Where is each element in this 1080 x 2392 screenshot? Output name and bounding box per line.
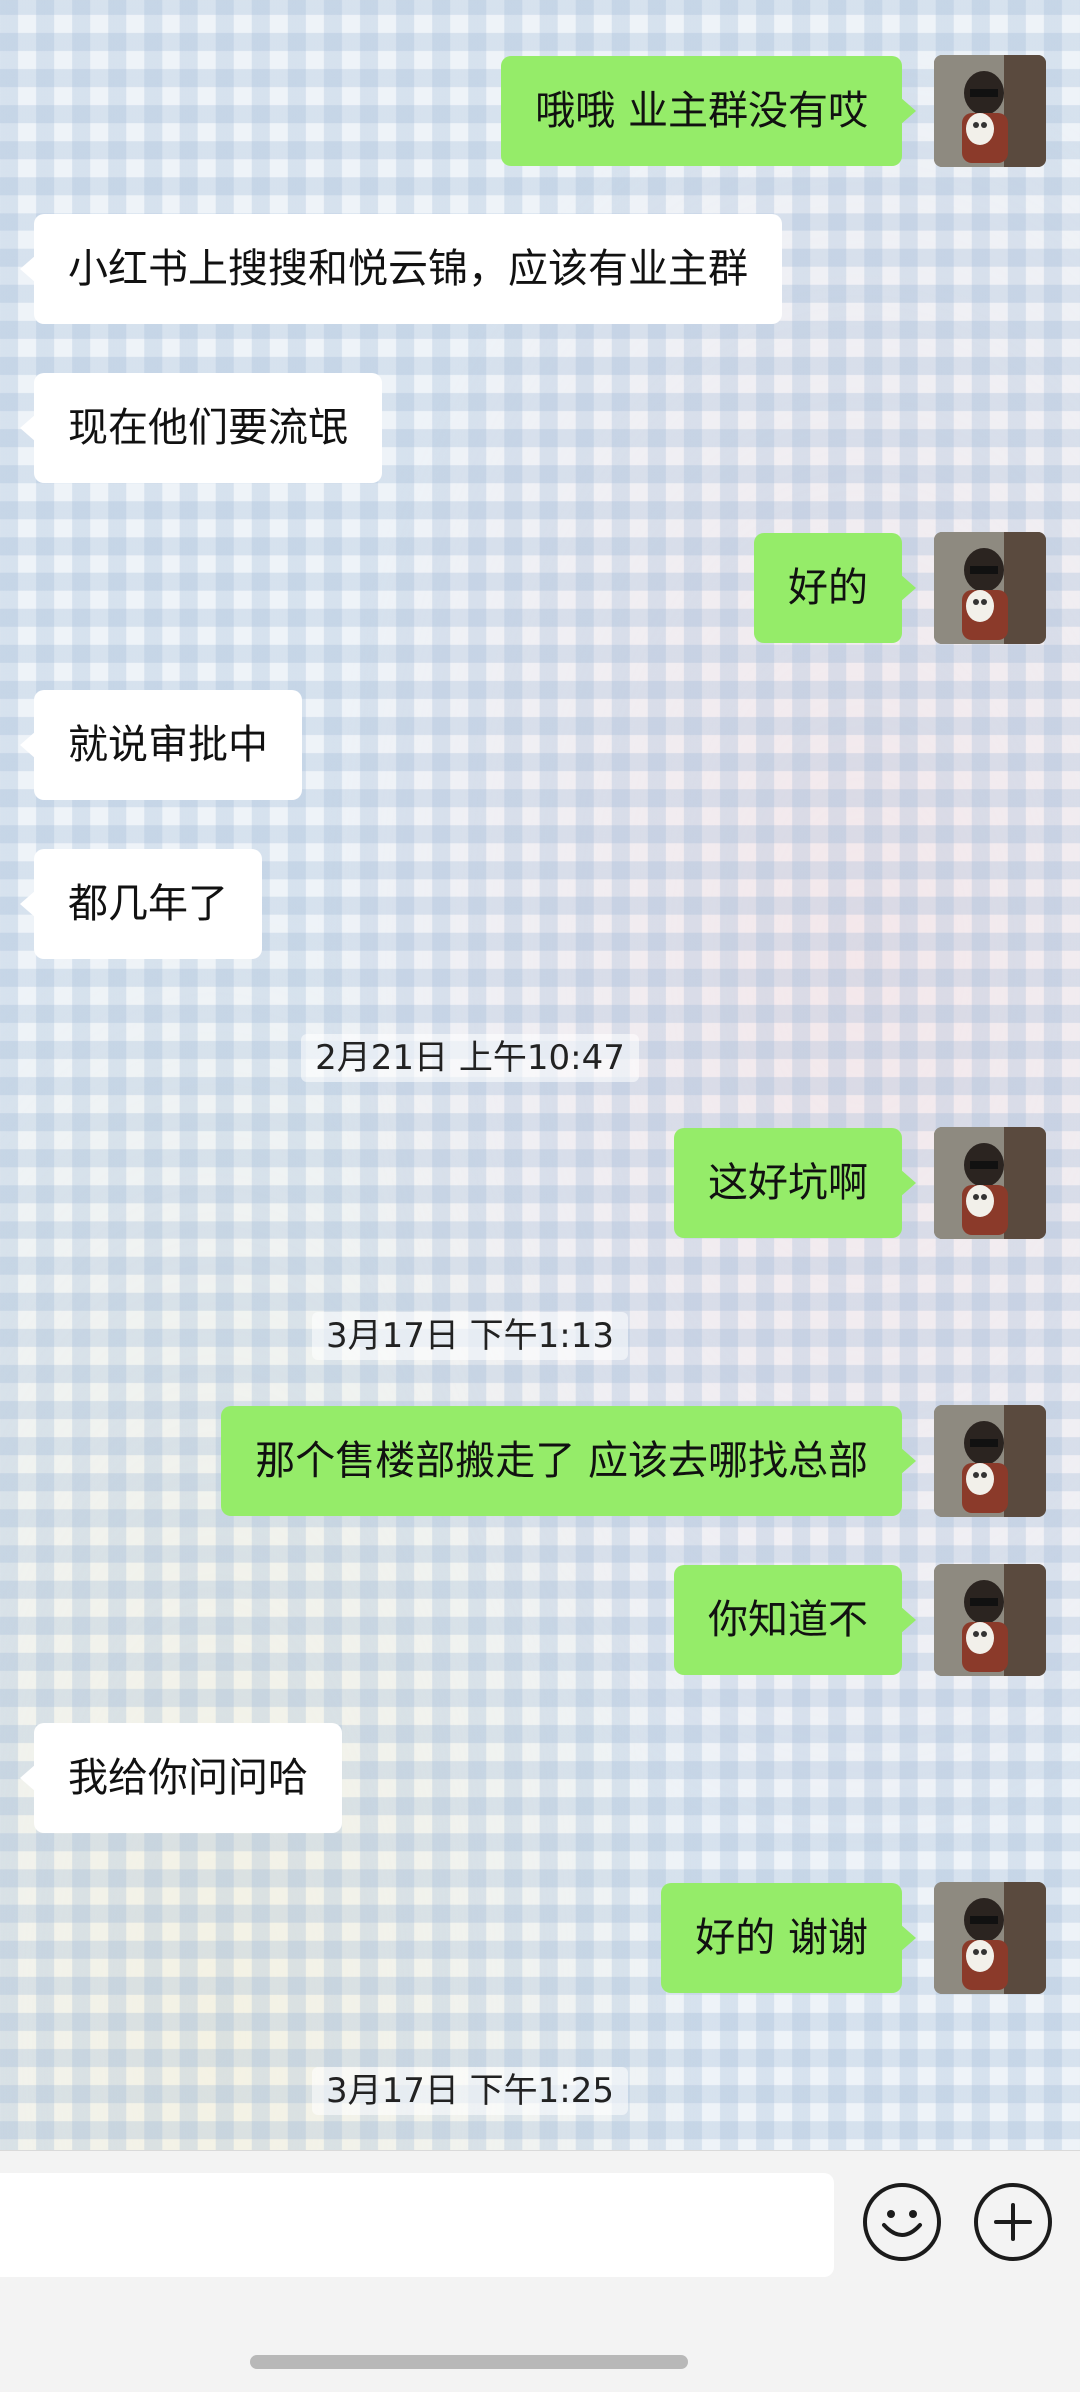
avatar-image: [934, 1127, 1046, 1239]
message-input[interactable]: [0, 2173, 834, 2277]
avatar-image: [934, 55, 1046, 167]
timestamp: 2月21日 上午10:47: [0, 1030, 940, 1082]
outgoing-message-bubble[interactable]: 好的: [754, 533, 916, 643]
plus-circle-icon: [994, 2203, 1032, 2241]
my-avatar[interactable]: [934, 1127, 1046, 1239]
incoming-message-bubble[interactable]: 小红书上搜搜和悦云锦，应该有业主群: [20, 214, 782, 324]
chat-message-list[interactable]: 哦哦 业主群没有哎 小红书上搜搜和悦云锦，应该有业主群 现在他们要流氓 好的 就…: [0, 0, 1080, 2150]
incoming-message-bubble[interactable]: 现在他们要流氓: [20, 373, 382, 483]
my-avatar[interactable]: [934, 1405, 1046, 1517]
incoming-message-bubble[interactable]: 都几年了: [20, 849, 262, 959]
incoming-message-bubble[interactable]: 就说审批中: [20, 690, 302, 800]
my-avatar[interactable]: [934, 532, 1046, 644]
timestamp: 3月17日 下午1:25: [0, 2063, 940, 2115]
timestamp: 3月17日 下午1:13: [0, 1308, 940, 1360]
my-avatar[interactable]: [934, 55, 1046, 167]
outgoing-message-bubble[interactable]: 好的 谢谢: [661, 1883, 916, 1993]
avatar-image: [934, 1564, 1046, 1676]
emoji-button[interactable]: [863, 2183, 941, 2261]
outgoing-message-bubble[interactable]: 哦哦 业主群没有哎: [501, 56, 916, 166]
incoming-message-bubble[interactable]: 我给你问问哈: [20, 1723, 342, 1833]
timestamp-text: 2月21日 上午10:47: [301, 1034, 639, 1082]
avatar-image: [934, 1405, 1046, 1517]
avatar-image: [934, 1882, 1046, 1994]
avatar-image: [934, 532, 1046, 644]
timestamp-text: 3月17日 下午1:13: [311, 1312, 629, 1360]
outgoing-message-bubble[interactable]: 你知道不: [674, 1565, 916, 1675]
outgoing-message-bubble[interactable]: 这好坑啊: [674, 1128, 916, 1238]
chat-input-bar: [0, 2150, 1080, 2392]
home-indicator[interactable]: [250, 2355, 688, 2369]
my-avatar[interactable]: [934, 1564, 1046, 1676]
more-options-button[interactable]: [974, 2183, 1052, 2261]
my-avatar[interactable]: [934, 1882, 1046, 1994]
outgoing-message-bubble[interactable]: 那个售楼部搬走了 应该去哪找总部: [221, 1406, 916, 1516]
timestamp-text: 3月17日 下午1:25: [311, 2067, 629, 2115]
smiley-face-icon: [882, 2210, 922, 2237]
